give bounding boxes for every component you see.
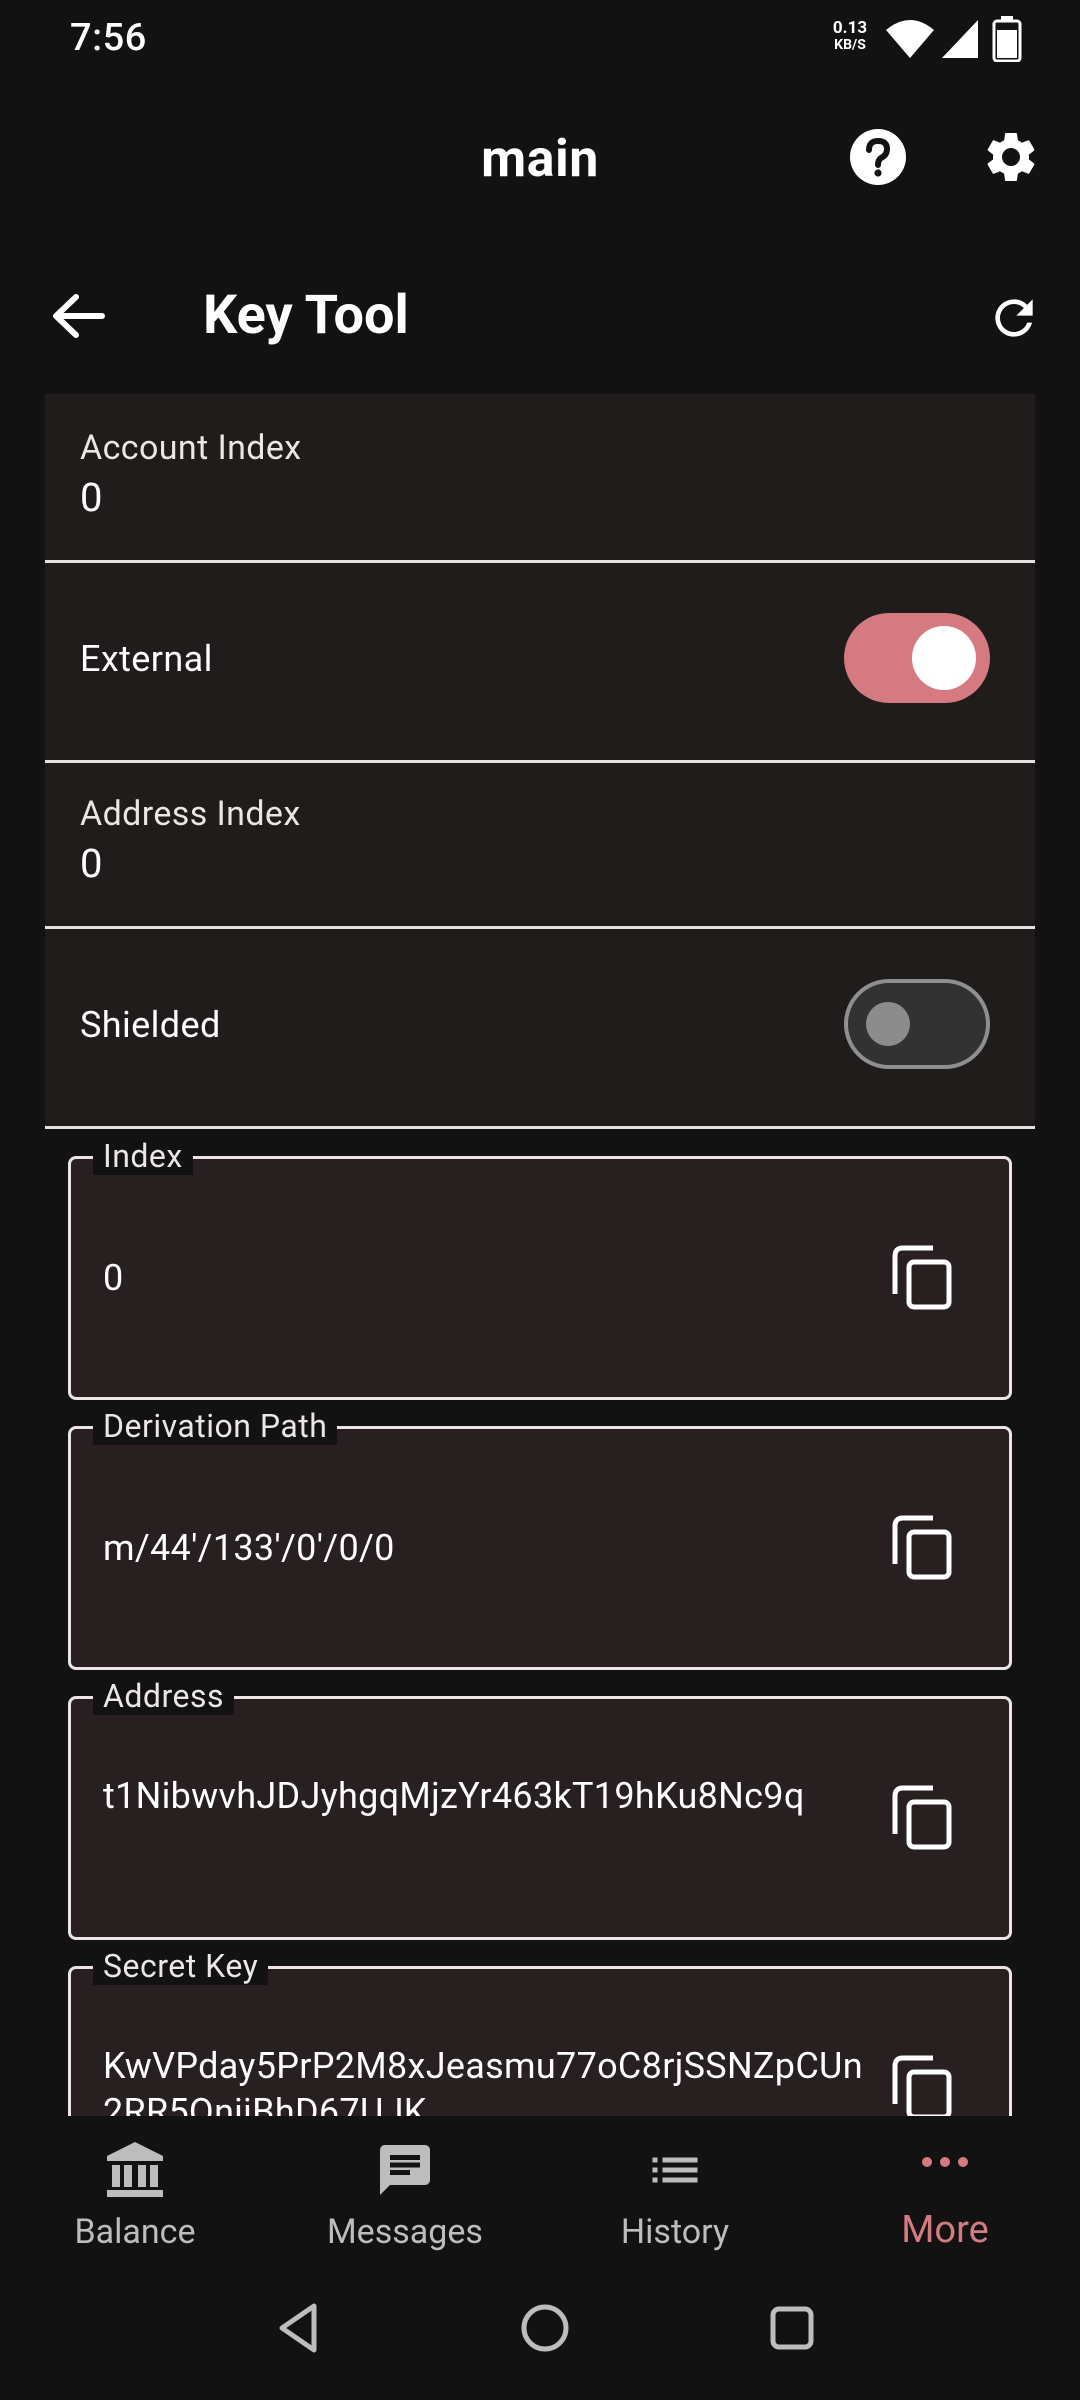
address-label: Address bbox=[93, 1677, 235, 1715]
account-index-field[interactable]: Account Index 0 bbox=[45, 394, 1035, 563]
copy-icon bbox=[892, 1245, 952, 1310]
shielded-toggle[interactable] bbox=[844, 979, 990, 1069]
address-index-label: Address Index bbox=[80, 794, 301, 834]
list-icon bbox=[540, 2140, 810, 2200]
more-horizontal-icon bbox=[810, 2140, 1080, 2200]
derivation-path-value: m/44'/133'/0'/0/0 bbox=[103, 1527, 395, 1569]
network-speed-value: 0.13 bbox=[832, 18, 868, 38]
message-icon bbox=[270, 2140, 540, 2200]
circle-home-icon bbox=[521, 2304, 569, 2352]
signal-icon bbox=[940, 18, 980, 64]
address-value: t1NibwvhJDJyhgqMjzYr463kT19hKu8Nc9q bbox=[103, 1775, 805, 1817]
secret-key-label: Secret Key bbox=[93, 1947, 269, 1985]
nav-history[interactable]: History bbox=[540, 2118, 810, 2268]
back-button[interactable] bbox=[42, 284, 114, 348]
status-bar: 7:56 0.13 KB/S bbox=[0, 0, 1080, 80]
copy-icon bbox=[892, 1785, 952, 1850]
copy-icon bbox=[892, 1515, 952, 1580]
toggle-thumb bbox=[912, 626, 976, 690]
nav-more[interactable]: More bbox=[810, 2118, 1080, 2268]
nav-messages[interactable]: Messages bbox=[270, 2118, 540, 2268]
index-output-value: 0 bbox=[103, 1257, 124, 1299]
status-time: 7:56 bbox=[70, 16, 147, 60]
nav-more-label: More bbox=[901, 2208, 989, 2252]
index-output: Index 0 bbox=[68, 1137, 1012, 1400]
help-icon bbox=[850, 129, 906, 185]
triangle-back-icon bbox=[279, 2303, 317, 2353]
external-toggle[interactable] bbox=[844, 613, 990, 703]
network-speed: 0.13 KB/S bbox=[826, 20, 874, 54]
square-recents-icon bbox=[770, 2306, 814, 2350]
toggle-thumb bbox=[866, 1002, 910, 1046]
system-recents-button[interactable] bbox=[762, 2298, 822, 2362]
nav-history-label: History bbox=[620, 2212, 730, 2252]
settings-button[interactable] bbox=[978, 124, 1044, 190]
copy-derivation-path-button[interactable] bbox=[891, 1514, 953, 1580]
app-bar: main bbox=[0, 80, 1080, 240]
account-index-label: Account Index bbox=[80, 428, 302, 468]
refresh-icon bbox=[995, 299, 1033, 337]
copy-secret-key-button[interactable] bbox=[891, 2054, 953, 2116]
derivation-path-label: Derivation Path bbox=[93, 1407, 338, 1445]
arrow-back-icon bbox=[53, 294, 105, 338]
page-title: Key Tool bbox=[203, 284, 409, 347]
system-back-button[interactable] bbox=[270, 2298, 330, 2362]
account-index-value[interactable]: 0 bbox=[80, 474, 102, 521]
external-label: External bbox=[80, 638, 213, 680]
help-button[interactable] bbox=[845, 124, 911, 190]
shielded-row: Shielded bbox=[45, 929, 1035, 1129]
system-home-button[interactable] bbox=[515, 2298, 575, 2362]
copy-icon bbox=[892, 2055, 952, 2116]
copy-address-button[interactable] bbox=[891, 1784, 953, 1850]
copy-index-button[interactable] bbox=[891, 1244, 953, 1310]
address-index-value[interactable]: 0 bbox=[80, 840, 102, 887]
gear-icon bbox=[987, 133, 1035, 181]
key-tool-content[interactable]: Account Index 0 External Address Index 0… bbox=[0, 394, 1080, 2116]
refresh-button[interactable] bbox=[982, 286, 1046, 350]
index-output-label: Index bbox=[93, 1137, 193, 1175]
nav-balance[interactable]: Balance bbox=[0, 2118, 270, 2268]
bank-icon bbox=[0, 2140, 270, 2198]
shielded-label: Shielded bbox=[80, 1004, 221, 1046]
battery-icon bbox=[992, 16, 1022, 66]
external-row: External bbox=[45, 563, 1035, 763]
page-header: Key Tool bbox=[0, 256, 1080, 376]
system-navigation-bar bbox=[0, 2268, 1080, 2400]
secret-key-output: Secret Key KwVPday5PrP2M8xJeasmu77oC8rjS… bbox=[68, 1947, 1012, 2116]
secret-key-value: KwVPday5PrP2M8xJeasmu77oC8rjSSNZpCUn2RR5… bbox=[103, 2045, 863, 2116]
nav-messages-label: Messages bbox=[327, 2212, 483, 2252]
nav-balance-label: Balance bbox=[74, 2212, 196, 2252]
app-title: main bbox=[481, 128, 599, 189]
bottom-navigation: Balance Messages History More bbox=[0, 2118, 1080, 2268]
address-index-field[interactable]: Address Index 0 bbox=[45, 763, 1035, 929]
address-output: Address t1NibwvhJDJyhgqMjzYr463kT19hKu8N… bbox=[68, 1677, 1012, 1940]
network-speed-unit: KB/S bbox=[834, 37, 866, 53]
wifi-icon bbox=[884, 18, 936, 64]
derivation-path-output: Derivation Path m/44'/133'/0'/0/0 bbox=[68, 1407, 1012, 1670]
